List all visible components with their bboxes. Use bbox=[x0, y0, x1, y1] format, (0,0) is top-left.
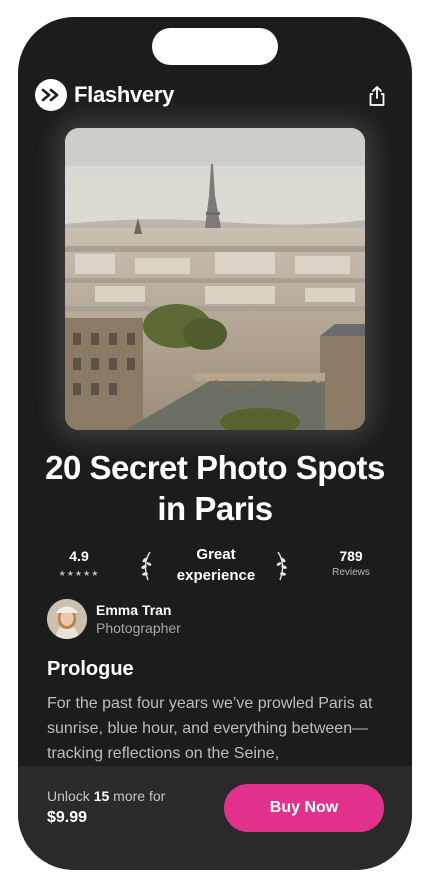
rating: 4.9 ★★★★★ bbox=[46, 548, 112, 578]
prologue-text: For the past four years we’ve prowled Pa… bbox=[47, 695, 373, 762]
phone-screen: Flashvery 20 Secret Photo Spots in Paris… bbox=[18, 17, 412, 870]
avatar bbox=[47, 599, 87, 639]
hero-image bbox=[65, 128, 365, 430]
buy-now-button[interactable]: Buy Now bbox=[224, 784, 384, 832]
fast-forward-icon bbox=[35, 79, 67, 111]
reviews-count: 789 bbox=[339, 548, 363, 564]
app-logo[interactable]: Flashvery bbox=[35, 79, 174, 111]
app-header: Flashvery bbox=[35, 79, 395, 115]
star-rating-icons: ★★★★★ bbox=[58, 569, 100, 578]
author-name: Emma Tran bbox=[96, 602, 172, 618]
purchase-bar: Unlock 15 more for $9.99 Buy Now bbox=[18, 766, 412, 870]
badge-line2: experience bbox=[176, 567, 256, 584]
rating-value: 4.9 bbox=[69, 548, 89, 564]
author-role: Photographer bbox=[96, 620, 181, 636]
reviews-label: Reviews bbox=[332, 567, 370, 578]
section-title: Prologue bbox=[47, 658, 134, 680]
app-name: Flashvery bbox=[74, 82, 175, 107]
unlock-count: 15 bbox=[93, 788, 110, 804]
experience-badge: Great experience bbox=[164, 544, 268, 586]
guide-stats: 4.9 ★★★★★ Great experience 789 Reviews bbox=[18, 544, 412, 592]
unlock-text: Unlock 15 more for bbox=[47, 788, 166, 804]
laurel-left-icon bbox=[141, 551, 152, 581]
guide-title: 20 Secret Photo Spots in Paris bbox=[45, 449, 385, 527]
reviews[interactable]: 789 Reviews bbox=[320, 548, 382, 578]
laurel-right-icon bbox=[276, 551, 287, 581]
dynamic-island bbox=[152, 28, 278, 65]
badge-line1: Great bbox=[196, 546, 236, 563]
share-icon[interactable] bbox=[367, 84, 387, 108]
price: $9.99 bbox=[47, 809, 88, 826]
